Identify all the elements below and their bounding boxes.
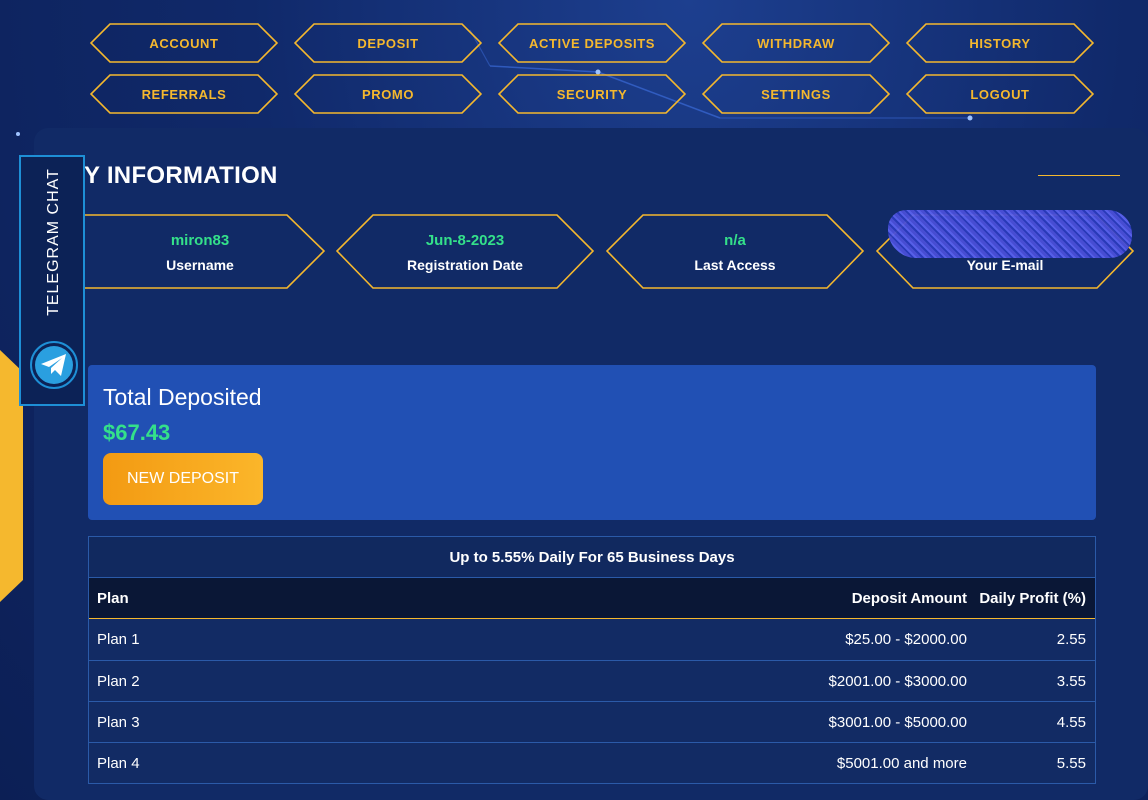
username-value: miron83 [170,232,230,249]
telegram-chat-label: TELEGRAM CHAT [45,168,62,316]
hex-frame [78,214,325,289]
plan-amount: $2001.00 - $3000.00 [828,672,967,690]
plans-caption: Up to 5.55% Daily For 65 Business Days [89,537,1095,578]
nav-active-deposits-button[interactable]: ACTIVE DEPOSITS [498,23,686,63]
plan-profit: 3.55 [1056,672,1086,690]
plan-profit: 4.55 [1056,713,1086,731]
plan-name: Plan 2 [97,672,140,690]
nav-promo-label: PROMO [361,86,415,102]
table-row: Plan 3 $3001.00 - $5000.00 4.55 [89,701,1095,742]
last-access-label: Last Access [694,257,776,273]
main-nav: ACCOUNT DEPOSIT ACTIVE DEPOSITS WITHDRAW… [90,23,1094,125]
info-card-registration: Jun-8-2023 Registration Date [336,214,594,289]
table-row: Plan 1 $25.00 - $2000.00 2.55 [89,619,1095,660]
nav-row-2: REFERRALS PROMO SECURITY SETTINGS LOGOUT [90,74,1094,114]
nav-logout-label: LOGOUT [970,86,1030,102]
page-title: Y INFORMATION [84,162,278,189]
nav-security-button[interactable]: SECURITY [498,74,686,114]
title-divider [1038,175,1120,176]
info-card-last-access: n/a Last Access [606,214,864,289]
plan-amount: $3001.00 - $5000.00 [828,713,967,731]
telegram-chat-button[interactable]: TELEGRAM CHAT [19,155,85,406]
nav-account-button[interactable]: ACCOUNT [90,23,278,63]
nav-withdraw-button[interactable]: WITHDRAW [702,23,890,63]
plans-table: Up to 5.55% Daily For 65 Business Days P… [88,536,1096,784]
header-plan: Plan [97,589,129,607]
header-deposit-amount: Deposit Amount [851,589,967,607]
nav-referrals-label: REFERRALS [141,86,227,102]
header-daily-profit: Daily Profit (%) [979,589,1086,607]
nav-deposit-label: DEPOSIT [357,35,419,51]
nav-referrals-button[interactable]: REFERRALS [90,74,278,114]
nav-promo-button[interactable]: PROMO [294,74,482,114]
plan-name: Plan 1 [97,631,140,648]
plan-name: Plan 3 [97,713,140,731]
plan-amount: $25.00 - $2000.00 [845,631,967,648]
new-deposit-button[interactable]: NEW DEPOSIT [103,453,263,505]
table-row: Plan 4 $5001.00 and more 5.55 [89,742,1095,783]
info-card-username: miron83 Username [75,214,325,289]
nav-history-button[interactable]: HISTORY [906,23,1094,63]
email-label: Your E-mail [966,257,1044,273]
nav-withdraw-label: WITHDRAW [757,35,835,51]
hex-frame [336,214,594,289]
nav-settings-label: SETTINGS [761,86,831,102]
table-header-row: Plan Deposit Amount Daily Profit (%) [89,578,1095,619]
nav-row-1: ACCOUNT DEPOSIT ACTIVE DEPOSITS WITHDRAW… [90,23,1094,63]
nav-logout-button[interactable]: LOGOUT [906,74,1094,114]
redaction-scribble [888,210,1132,258]
plan-profit: 5.55 [1056,754,1086,772]
nav-security-label: SECURITY [556,86,628,102]
nav-settings-button[interactable]: SETTINGS [702,74,890,114]
telegram-icon [30,341,78,389]
plan-profit: 2.55 [1056,631,1086,648]
nav-history-label: HISTORY [969,35,1031,51]
total-deposited-box: Total Deposited $67.43 NEW DEPOSIT [88,365,1096,520]
plan-name: Plan 4 [97,754,140,772]
table-row: Plan 2 $2001.00 - $3000.00 3.55 [89,660,1095,701]
nav-account-label: ACCOUNT [149,35,219,51]
total-deposited-amount: $67.43 [103,420,171,445]
total-deposited-title: Total Deposited [103,384,262,410]
nav-deposit-button[interactable]: DEPOSIT [294,23,482,63]
hex-frame [606,214,864,289]
registration-date-label: Registration Date [407,257,523,273]
nav-active-deposits-label: ACTIVE DEPOSITS [528,35,656,51]
username-label: Username [166,257,234,273]
registration-date-value: Jun-8-2023 [425,232,505,249]
plan-amount: $5001.00 and more [836,754,967,772]
last-access-value: n/a [724,232,746,249]
